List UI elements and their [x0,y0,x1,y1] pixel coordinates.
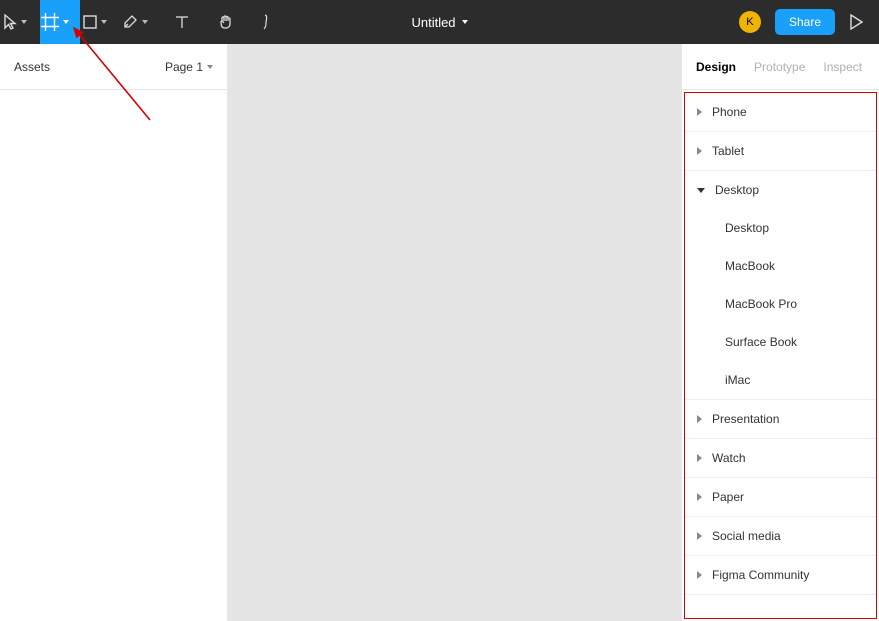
chevron-right-icon [697,147,702,155]
chevron-right-icon [697,493,702,501]
tab-inspect[interactable]: Inspect [823,60,862,74]
share-button[interactable]: Share [775,9,835,35]
chevron-right-icon [697,532,702,540]
chevron-right-icon [697,108,702,116]
toolbar-right: K Share [739,9,879,35]
right-panel-tabs: Design Prototype Inspect [682,44,879,90]
preset-category: Phone [685,93,876,132]
chevron-right-icon [697,571,702,579]
frame-tool[interactable] [40,0,80,44]
rectangle-icon [83,15,97,29]
tab-assets[interactable]: Assets [14,60,50,74]
preset-item[interactable]: MacBook [685,247,876,285]
chevron-right-icon [697,454,702,462]
document-title-text: Untitled [411,15,455,30]
tab-prototype[interactable]: Prototype [754,60,805,74]
preset-category-label: Watch [712,451,746,465]
preset-category-label: Tablet [712,144,744,158]
text-icon [175,15,189,29]
avatar-initial: K [746,16,753,28]
preset-category-label: Social media [712,529,781,543]
right-panel: Design Prototype Inspect Phone Tablet Desk… [681,44,879,621]
chevron-down-icon [207,65,213,69]
preset-category-header[interactable]: Phone [685,93,876,131]
preset-category-header[interactable]: Figma Community [685,556,876,594]
hand-icon [218,14,234,30]
chevron-down-icon [462,20,468,24]
frame-preset-list: PhoneTabletDesktopDesktopMacBookMacBook … [684,92,877,619]
preset-category: Watch [685,439,876,478]
preset-category: Tablet [685,132,876,171]
preset-category-label: Presentation [712,412,779,426]
preset-category: DesktopDesktopMacBookMacBook ProSurface … [685,171,876,400]
preset-category: Figma Community [685,556,876,595]
canvas[interactable] [228,44,681,621]
preset-category-label: Figma Community [712,568,809,582]
preset-item[interactable]: iMac [685,361,876,399]
preset-category: Social media [685,517,876,556]
preset-category: Presentation [685,400,876,439]
preset-item[interactable]: MacBook Pro [685,285,876,323]
preset-category-header[interactable]: Watch [685,439,876,477]
page-selector[interactable]: Page 1 [165,60,213,74]
preset-category-header[interactable]: Desktop [685,171,876,209]
left-panel: Assets Page 1 [0,44,228,621]
preset-category: Paper [685,478,876,517]
pen-tool[interactable] [120,0,160,44]
preset-category-header[interactable]: Social media [685,517,876,555]
left-panel-header: Assets Page 1 [0,44,227,90]
move-tool[interactable] [0,0,40,44]
pencil-icon [259,14,273,30]
text-tool[interactable] [160,0,204,44]
toolbar: Untitled K Share [0,0,879,44]
avatar[interactable]: K [739,11,761,33]
cursor-icon [3,14,17,30]
hand-tool[interactable] [204,0,248,44]
preset-category-header[interactable]: Presentation [685,400,876,438]
document-title[interactable]: Untitled [411,15,467,30]
comment-tool[interactable] [248,0,284,44]
preset-category-label: Phone [712,105,747,119]
chevron-right-icon [697,415,702,423]
chevron-down-icon [697,188,705,193]
preset-category-header[interactable]: Paper [685,478,876,516]
pen-icon [122,14,138,30]
present-button[interactable] [849,14,863,30]
tab-design[interactable]: Design [696,60,736,74]
chevron-down-icon [142,20,148,24]
preset-item[interactable]: Desktop [685,209,876,247]
chevron-down-icon [21,20,27,24]
preset-category-header[interactable]: Tablet [685,132,876,170]
preset-category-label: Desktop [715,183,759,197]
shape-tool[interactable] [80,0,120,44]
preset-category-label: Paper [712,490,744,504]
chevron-down-icon [63,20,69,24]
play-icon [849,14,863,30]
preset-item[interactable]: Surface Book [685,323,876,361]
page-selector-label: Page 1 [165,60,203,74]
chevron-down-icon [101,20,107,24]
frame-icon [41,13,59,31]
main-area: Assets Page 1 Design Prototype Inspect P… [0,44,879,621]
